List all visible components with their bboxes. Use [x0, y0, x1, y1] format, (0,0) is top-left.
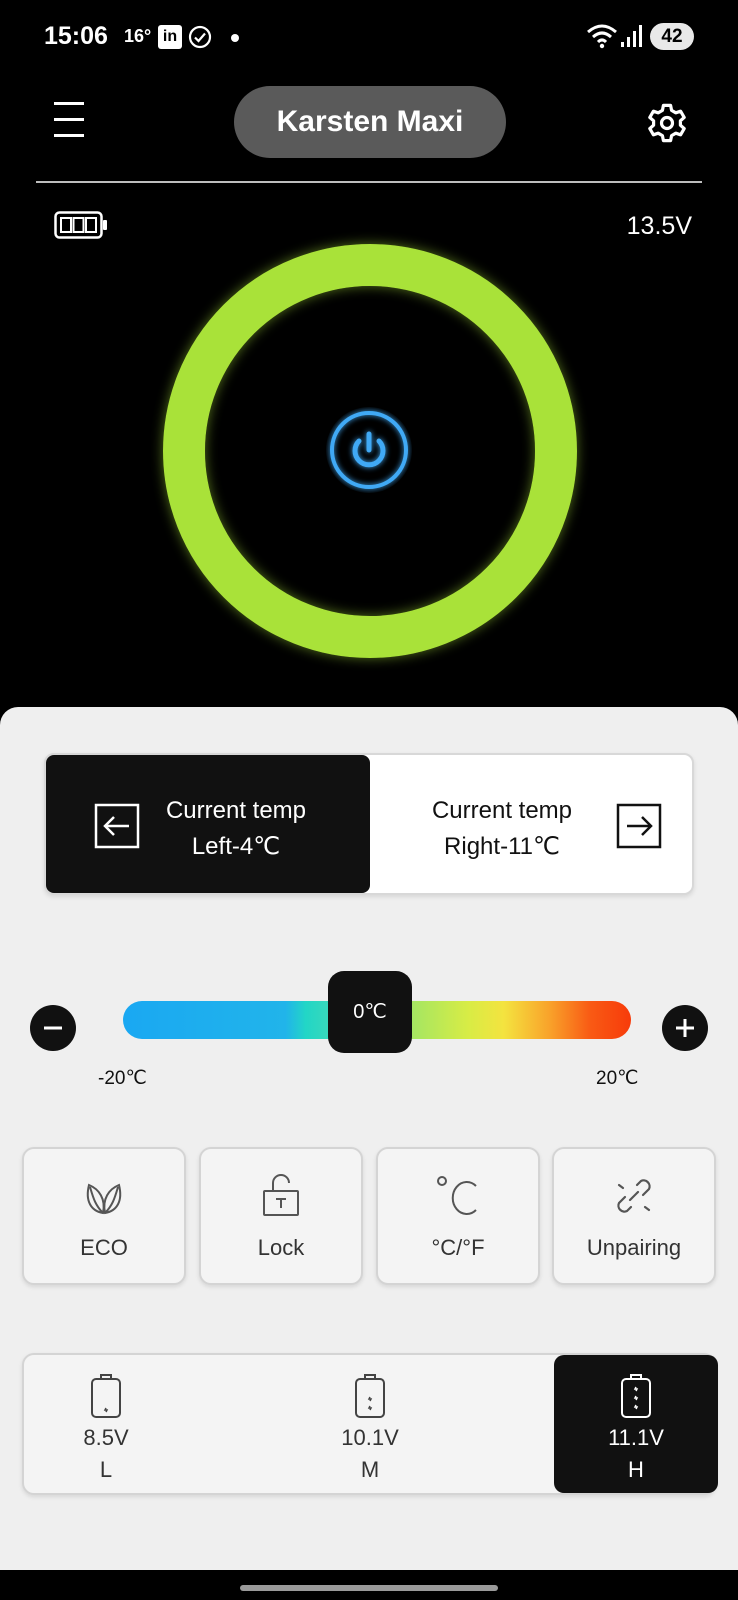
gear-icon[interactable]	[646, 102, 688, 144]
eco-label: ECO	[80, 1235, 128, 1260]
notification-dot-icon	[231, 34, 239, 42]
arrow-left-box-icon	[94, 803, 140, 849]
lock-label: Lock	[257, 1235, 305, 1260]
temperature-slider-thumb[interactable]: 0℃	[328, 971, 412, 1053]
battery-medium-icon	[355, 1374, 385, 1418]
protection-level-high-label: H	[628, 1457, 644, 1482]
status-bar: 15:06 16° in 42	[0, 0, 738, 72]
arrow-right-box-icon	[616, 803, 662, 849]
protection-voltage-medium: 10.1V	[341, 1425, 399, 1450]
battery-level-badge: 42	[650, 23, 694, 50]
zone-left-temp: Left-4℃	[191, 833, 281, 860]
protection-level-medium-label: M	[360, 1457, 380, 1482]
battery-protection-selector: 8.5V L 10.1V M 11.1V H	[22, 1353, 718, 1495]
power-icon[interactable]	[326, 407, 412, 493]
device-name-button[interactable]: Karsten Maxi	[234, 86, 506, 158]
unpairing-label: Unpairing	[586, 1235, 682, 1260]
decrease-temp-button[interactable]	[30, 1005, 76, 1051]
wifi-icon	[587, 24, 617, 49]
status-time: 15:06	[44, 22, 108, 50]
eco-button[interactable]: ECO	[22, 1147, 186, 1285]
protection-level-medium[interactable]: 10.1V M	[288, 1355, 452, 1493]
zone-right-button[interactable]: Current temp Right-11℃	[368, 755, 692, 893]
battery-low-icon	[91, 1374, 121, 1418]
celsius-icon	[437, 1176, 477, 1215]
home-gesture-handle[interactable]	[240, 1585, 498, 1591]
zone-right-label: Current temp Right-11℃	[402, 793, 602, 865]
protection-level-low-label: L	[99, 1457, 113, 1482]
unpairing-button[interactable]: Unpairing	[552, 1147, 716, 1285]
lock-icon	[263, 1174, 299, 1216]
status-weather: 16°	[124, 26, 152, 46]
battery-high-icon	[621, 1374, 651, 1418]
cell-signal-icon	[621, 25, 642, 47]
temperature-min-label: -20℃	[98, 1068, 147, 1089]
increase-temp-button[interactable]	[662, 1005, 708, 1051]
supply-voltage: 13.5V	[626, 212, 692, 240]
menu-icon[interactable]	[52, 100, 88, 140]
minus-icon	[44, 1026, 62, 1030]
plus-icon	[676, 1019, 694, 1037]
lock-button[interactable]: Lock	[199, 1147, 363, 1285]
zone-right-title: Current temp	[431, 797, 573, 824]
protection-level-low[interactable]: 8.5V L	[24, 1355, 188, 1493]
unit-toggle-label: °C/°F	[431, 1235, 485, 1260]
unlink-icon	[617, 1179, 651, 1213]
protection-voltage-high: 11.1V	[608, 1425, 664, 1450]
temperature-max-label: 20℃	[596, 1068, 639, 1089]
check-circle-icon	[188, 25, 212, 49]
control-panel: Current temp Left-4℃ Current temp Right-…	[0, 707, 738, 1570]
zone-left-label: Current temp Left-4℃	[156, 793, 316, 865]
leaf-icon	[86, 1183, 122, 1215]
zone-left-button[interactable]: Current temp Left-4℃	[46, 755, 370, 893]
battery-full-icon	[54, 211, 107, 239]
zone-toggle: Current temp Left-4℃ Current temp Right-…	[44, 753, 694, 895]
header-divider	[36, 181, 702, 183]
zone-right-temp: Right-11℃	[444, 833, 560, 860]
linkedin-icon: in	[158, 25, 182, 49]
zone-left-title: Current temp	[165, 797, 307, 824]
unit-toggle-button[interactable]: °C/°F	[376, 1147, 540, 1285]
protection-level-high[interactable]: 11.1V H	[554, 1355, 718, 1493]
protection-voltage-low: 8.5V	[83, 1425, 129, 1450]
